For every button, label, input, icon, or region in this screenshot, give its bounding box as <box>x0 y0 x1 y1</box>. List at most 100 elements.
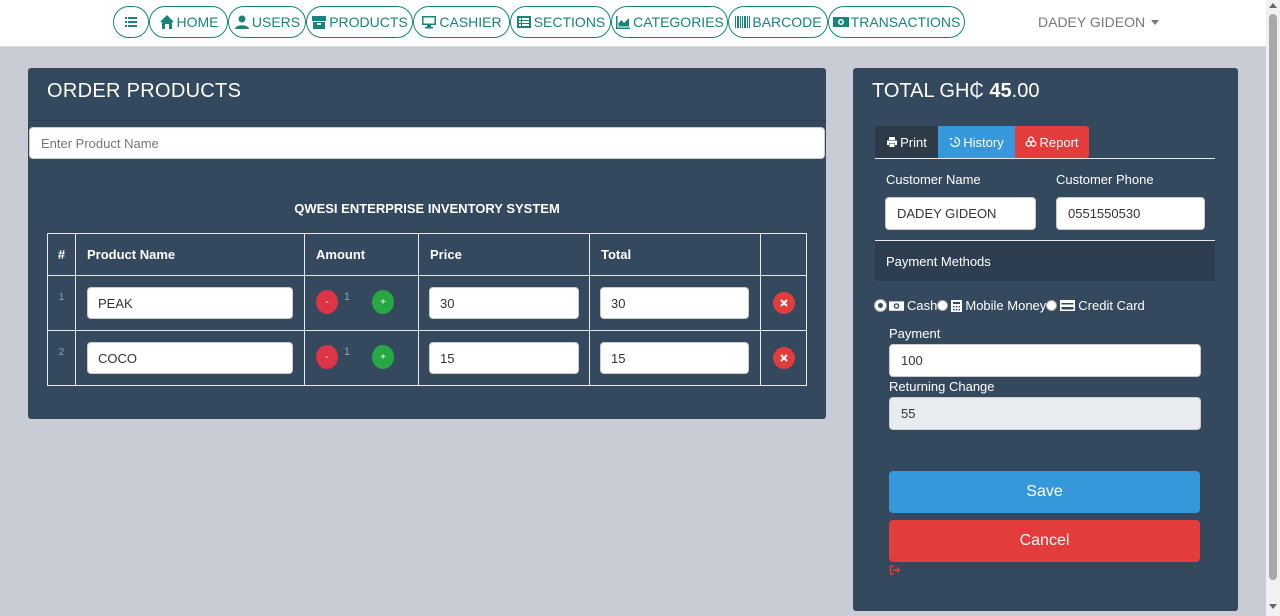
nav-home-label: HOME <box>176 14 219 30</box>
caret-down-icon <box>1151 19 1160 25</box>
history-button[interactable]: History <box>938 126 1015 158</box>
payment-cash-label: Cash <box>907 298 938 313</box>
nav-sections-label: SECTIONS <box>533 14 606 30</box>
divider <box>875 158 1215 159</box>
history-label: History <box>963 134 1004 150</box>
nav-home[interactable]: HOME <box>149 6 228 38</box>
payment-mobile-money-label: Mobile Money <box>965 298 1047 313</box>
nav-menu-toggle[interactable] <box>113 6 149 38</box>
nav-products[interactable]: PRODUCTS <box>306 6 413 38</box>
page-scrollbar[interactable] <box>1266 0 1280 616</box>
user-icon <box>234 15 249 29</box>
save-button[interactable]: Save <box>889 471 1200 513</box>
total-field[interactable] <box>600 342 749 374</box>
nav-barcode-label: BARCODE <box>752 14 822 30</box>
col-header-price: Price <box>418 233 590 276</box>
remove-item-button[interactable] <box>772 347 795 369</box>
money-icon <box>889 300 904 311</box>
product-name-field[interactable] <box>87 342 293 374</box>
order-table: # Product Name Amount Price Total 1 - 1 … <box>47 233 807 386</box>
increase-button[interactable]: + <box>372 345 394 369</box>
row-index: 1 <box>47 275 76 331</box>
payment-label: Payment <box>889 326 941 341</box>
increase-button[interactable]: + <box>372 290 394 314</box>
decrease-button[interactable]: - <box>316 290 338 314</box>
report-button[interactable]: Report <box>1015 126 1089 158</box>
total-field[interactable] <box>600 287 749 319</box>
sign-out-icon[interactable] <box>889 565 901 575</box>
customer-name-label: Customer Name <box>886 172 981 187</box>
nav-cashier-label: CASHIER <box>439 14 502 30</box>
customer-name-field[interactable] <box>885 197 1036 230</box>
history-icon <box>949 136 961 148</box>
payment-option-credit-card[interactable]: Credit Card <box>1046 298 1145 313</box>
table-header-row: # Product Name Amount Price Total <box>47 233 807 276</box>
amount-stepper: - 1 + <box>305 276 418 330</box>
chart-icon <box>616 16 631 29</box>
nav-transactions-label: TRANSACTIONS <box>850 14 961 30</box>
payment-option-mobile-money[interactable]: Mobile Money <box>937 298 1046 313</box>
nav-categories[interactable]: CATEGORIES <box>611 6 728 38</box>
print-button[interactable]: Print <box>875 126 938 158</box>
payment-option-cash[interactable]: Cash <box>875 298 937 313</box>
row-index: 2 <box>47 330 76 386</box>
user-name: DADEY GIDEON <box>1038 14 1146 30</box>
price-field[interactable] <box>429 342 579 374</box>
payment-field[interactable] <box>889 344 1201 377</box>
returning-change-field <box>889 397 1201 430</box>
total-integer: 45 <box>989 80 1012 102</box>
barcode-icon <box>735 16 751 28</box>
desktop-icon <box>422 16 437 29</box>
order-products-panel: ORDER PRODUCTS QWESI ENTERPRISE INVENTOR… <box>28 68 826 419</box>
radio-credit-card[interactable] <box>1046 300 1058 311</box>
amount-stepper: - 1 + <box>305 331 418 385</box>
price-field[interactable] <box>429 287 579 319</box>
nav-cashier[interactable]: CASHIER <box>413 6 510 38</box>
list-icon <box>125 17 137 27</box>
scroll-up-arrow-icon[interactable] <box>1269 3 1277 8</box>
user-menu[interactable]: DADEY GIDEON <box>1038 14 1160 30</box>
col-header-total: Total <box>589 233 761 276</box>
scroll-thumb[interactable] <box>1269 14 1277 580</box>
nav-users[interactable]: USERS <box>228 6 306 38</box>
total-amount: TOTAL GH₵ 45.00 <box>872 80 1039 103</box>
table-row: 2 - 1 + <box>47 330 807 386</box>
product-name-field[interactable] <box>87 287 293 319</box>
credit-card-icon <box>1060 300 1076 311</box>
nav-categories-label: CATEGORIES <box>633 14 724 30</box>
col-header-index: # <box>47 233 76 276</box>
sections-icon <box>516 16 531 28</box>
product-search-input[interactable] <box>29 127 825 159</box>
report-label: Report <box>1039 134 1079 150</box>
biohazard-icon <box>1026 136 1037 147</box>
close-icon <box>779 354 788 362</box>
payment-methods-label: Payment Methods <box>886 254 991 269</box>
payment-methods-header: Payment Methods <box>875 241 1215 281</box>
radio-cash[interactable] <box>875 300 886 311</box>
nav-sections[interactable]: SECTIONS <box>510 6 611 38</box>
payment-method-options: Cash Mobile Money Credit Card <box>875 298 1145 313</box>
order-title: ORDER PRODUCTS <box>47 80 242 102</box>
total-decimal: .00 <box>1011 80 1040 102</box>
scroll-down-arrow-icon[interactable] <box>1269 604 1277 609</box>
order-summary-panel: TOTAL GH₵ 45.00 Print History Report Cus… <box>853 68 1238 611</box>
table-row: 1 - 1 + <box>47 275 807 331</box>
cancel-button[interactable]: Cancel <box>889 520 1200 562</box>
remove-item-button[interactable] <box>772 292 795 314</box>
nav-products-label: PRODUCTS <box>329 14 408 30</box>
radio-mobile-money[interactable] <box>937 300 949 311</box>
customer-phone-field[interactable] <box>1056 197 1205 230</box>
close-icon <box>779 299 788 307</box>
col-header-product-name: Product Name <box>75 233 305 276</box>
payment-credit-card-label: Credit Card <box>1078 298 1145 313</box>
box-icon <box>312 16 327 29</box>
nav-barcode[interactable]: BARCODE <box>728 6 828 38</box>
print-icon <box>887 137 898 147</box>
nav-transactions[interactable]: TRANSACTIONS <box>828 6 965 38</box>
decrease-button[interactable]: - <box>316 345 338 369</box>
col-header-amount: Amount <box>304 233 419 276</box>
returning-change-label: Returning Change <box>889 379 995 394</box>
col-header-actions <box>760 233 807 276</box>
calculator-icon <box>951 299 963 312</box>
print-label: Print <box>900 134 927 150</box>
